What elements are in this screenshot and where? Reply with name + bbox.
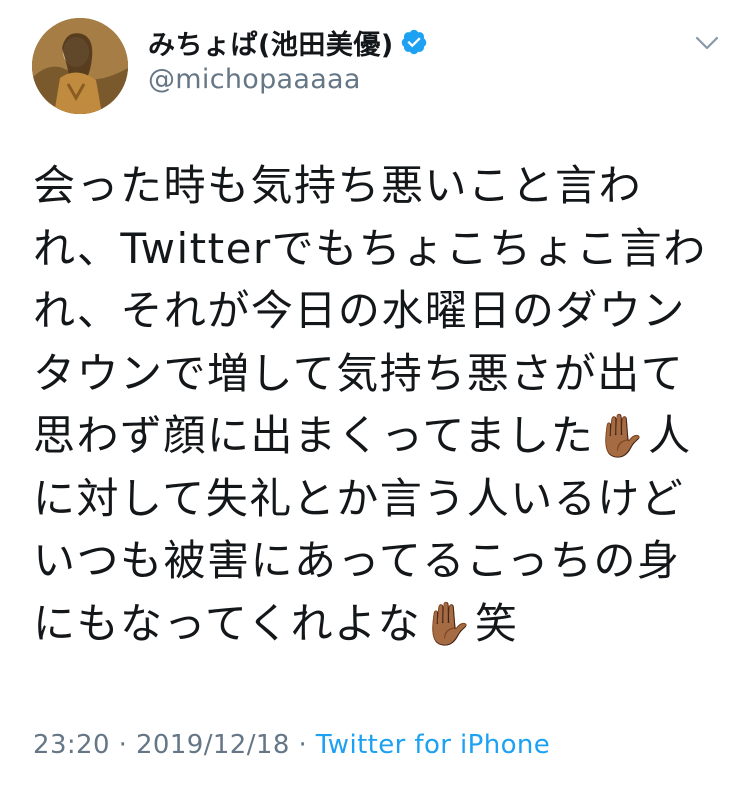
avatar[interactable] [32, 18, 128, 114]
tweet-date[interactable]: 2019/12/18 [136, 730, 290, 760]
avatar-image [32, 18, 128, 114]
meta-separator: · [109, 730, 136, 760]
username[interactable]: @michopaaaaa [148, 64, 361, 95]
tweet-source-link[interactable]: Twitter for iPhone [316, 730, 550, 760]
tweet-line: に対して失礼とか言う人いるけど [33, 473, 685, 523]
tweet-line: タウンで増して気持ち悪さが出て [33, 348, 685, 398]
tweet-line: れ、Twitterでもちょこちょこ言わ [33, 223, 707, 273]
meta-separator: · [289, 730, 316, 760]
tweet-time[interactable]: 23:20 [33, 730, 110, 760]
tweet-line: いつも被害にあってるこっちの身 [33, 536, 681, 585]
verified-badge-icon [401, 29, 426, 55]
tweet-line: にもなってくれよな✋🏾笑 [33, 598, 519, 648]
tweet-line: 思わず顔に出まくってました✋🏾人 [33, 411, 692, 460]
tweet-meta: 23:20 · 2019/12/18 · Twitter for iPhone [33, 730, 550, 760]
tweet-line: れ、それが今日の水曜日のダウン [33, 286, 686, 335]
tweet-text: 会った時も気持ち悪いこと言わ れ、Twitterでもちょこちょこ言わ れ、それが… [33, 155, 723, 655]
display-name[interactable]: みちょぱ(池田美優) [148, 23, 394, 62]
tweet-line: 会った時も気持ち悪いこと言わ [33, 161, 643, 210]
display-name-row: みちょぱ(池田美優) [148, 23, 428, 62]
chevron-down-icon[interactable] [695, 34, 719, 52]
